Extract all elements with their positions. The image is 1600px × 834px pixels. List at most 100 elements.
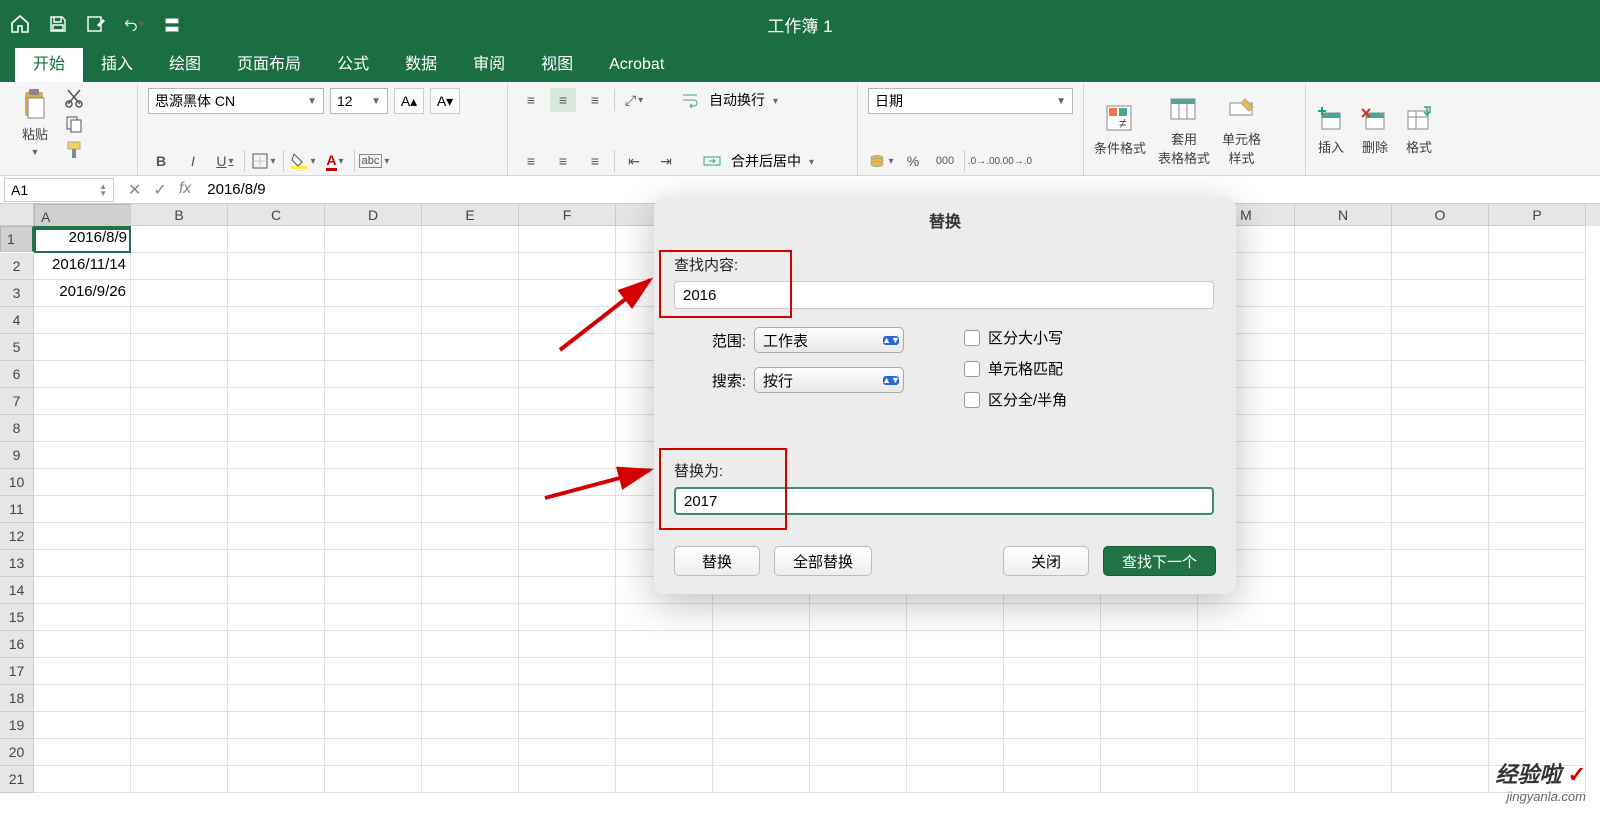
cell[interactable] [1295, 712, 1392, 739]
cell[interactable] [1004, 658, 1101, 685]
cell[interactable] [1392, 226, 1489, 253]
cell[interactable] [519, 712, 616, 739]
cell[interactable] [34, 658, 131, 685]
cell[interactable] [1489, 361, 1586, 388]
align-left-icon[interactable]: ≡ [518, 149, 544, 173]
row-header[interactable]: 4 [0, 307, 34, 334]
font-name-select[interactable]: 思源黑体 CN▼ [148, 88, 324, 114]
row-header[interactable]: 2 [0, 253, 34, 280]
tab-acrobat[interactable]: Acrobat [591, 49, 682, 82]
cell[interactable] [228, 307, 325, 334]
cell[interactable] [519, 469, 616, 496]
cell[interactable] [422, 496, 519, 523]
cell[interactable] [616, 658, 713, 685]
cell[interactable] [422, 280, 519, 307]
cell[interactable] [34, 739, 131, 766]
increase-indent-icon[interactable]: ⇥ [653, 149, 679, 173]
orientation-icon[interactable]: ⤢ [621, 88, 647, 112]
cell[interactable] [325, 685, 422, 712]
cell[interactable] [422, 523, 519, 550]
row-header[interactable]: 21 [0, 766, 34, 793]
cell[interactable] [422, 631, 519, 658]
cell[interactable] [228, 442, 325, 469]
cell[interactable] [325, 739, 422, 766]
cell[interactable] [34, 550, 131, 577]
column-header[interactable]: O [1392, 204, 1489, 226]
cell[interactable] [131, 334, 228, 361]
cell[interactable] [1392, 685, 1489, 712]
row-header[interactable]: 3 [0, 280, 34, 307]
cell[interactable] [325, 253, 422, 280]
cell[interactable] [422, 604, 519, 631]
match-width-checkbox[interactable] [964, 392, 980, 408]
format-cells-button[interactable]: 格式 [1404, 105, 1434, 156]
align-middle-icon[interactable]: ≡ [550, 88, 576, 112]
cell[interactable] [34, 496, 131, 523]
save-icon[interactable] [48, 14, 68, 34]
find-input[interactable]: 2016 [674, 281, 1214, 309]
cell[interactable] [131, 604, 228, 631]
cell[interactable] [1101, 604, 1198, 631]
font-size-select[interactable]: 12▼ [330, 88, 388, 114]
increase-decimal-icon[interactable]: .0→.00 [971, 149, 997, 173]
tab-review[interactable]: 审阅 [455, 43, 523, 82]
cell[interactable] [1198, 766, 1295, 793]
cell[interactable] [228, 604, 325, 631]
cell[interactable] [1392, 388, 1489, 415]
cell[interactable] [713, 766, 810, 793]
cell[interactable] [616, 712, 713, 739]
cell[interactable] [1198, 712, 1295, 739]
cell[interactable] [325, 361, 422, 388]
cell[interactable] [1392, 361, 1489, 388]
cell[interactable] [1004, 739, 1101, 766]
copy-icon[interactable] [64, 114, 86, 134]
cell[interactable] [228, 739, 325, 766]
cell[interactable] [1004, 685, 1101, 712]
cell[interactable] [616, 739, 713, 766]
cancel-formula-icon[interactable]: ✕ [128, 180, 141, 200]
cell[interactable] [519, 226, 616, 253]
fx-icon[interactable]: fx [179, 180, 191, 200]
cell[interactable] [1101, 685, 1198, 712]
increase-font-icon[interactable]: A▴ [394, 88, 424, 114]
cell[interactable] [1489, 658, 1586, 685]
cell[interactable] [1101, 766, 1198, 793]
row-header[interactable]: 11 [0, 496, 34, 523]
cell[interactable] [519, 415, 616, 442]
conditional-formatting-button[interactable]: ≠ 条件格式 [1094, 104, 1146, 157]
select-all-corner[interactable] [0, 204, 34, 226]
row-header[interactable]: 19 [0, 712, 34, 739]
column-header[interactable]: B [131, 204, 228, 226]
cell[interactable] [713, 712, 810, 739]
cell[interactable] [1392, 307, 1489, 334]
cell[interactable] [228, 523, 325, 550]
cell[interactable] [34, 307, 131, 334]
cell[interactable] [1295, 280, 1392, 307]
cell[interactable] [1198, 739, 1295, 766]
font-color-button[interactable]: A [322, 149, 348, 173]
cell[interactable] [1489, 469, 1586, 496]
replace-input[interactable]: 2017 [674, 487, 1214, 515]
cell[interactable] [519, 550, 616, 577]
match-case-checkbox[interactable] [964, 330, 980, 346]
name-box[interactable]: A1 ▲▼ [4, 178, 114, 202]
cell[interactable] [131, 253, 228, 280]
cell[interactable] [1295, 496, 1392, 523]
cell[interactable] [422, 766, 519, 793]
cell[interactable] [131, 361, 228, 388]
replace-all-button[interactable]: 全部替换 [774, 546, 872, 576]
cell[interactable] [325, 469, 422, 496]
cell[interactable] [228, 685, 325, 712]
cell[interactable] [1295, 334, 1392, 361]
cell[interactable] [1392, 415, 1489, 442]
cell[interactable] [131, 577, 228, 604]
cell[interactable] [1392, 550, 1489, 577]
scope-select[interactable]: 工作表▲▼ [754, 327, 904, 353]
formula-input[interactable]: 2016/8/9 [201, 181, 1600, 198]
merge-icon[interactable] [699, 149, 725, 173]
number-format-select[interactable]: 日期▼ [868, 88, 1073, 114]
cell[interactable] [907, 631, 1004, 658]
cell[interactable] [519, 739, 616, 766]
cell[interactable] [131, 658, 228, 685]
cell[interactable] [325, 712, 422, 739]
